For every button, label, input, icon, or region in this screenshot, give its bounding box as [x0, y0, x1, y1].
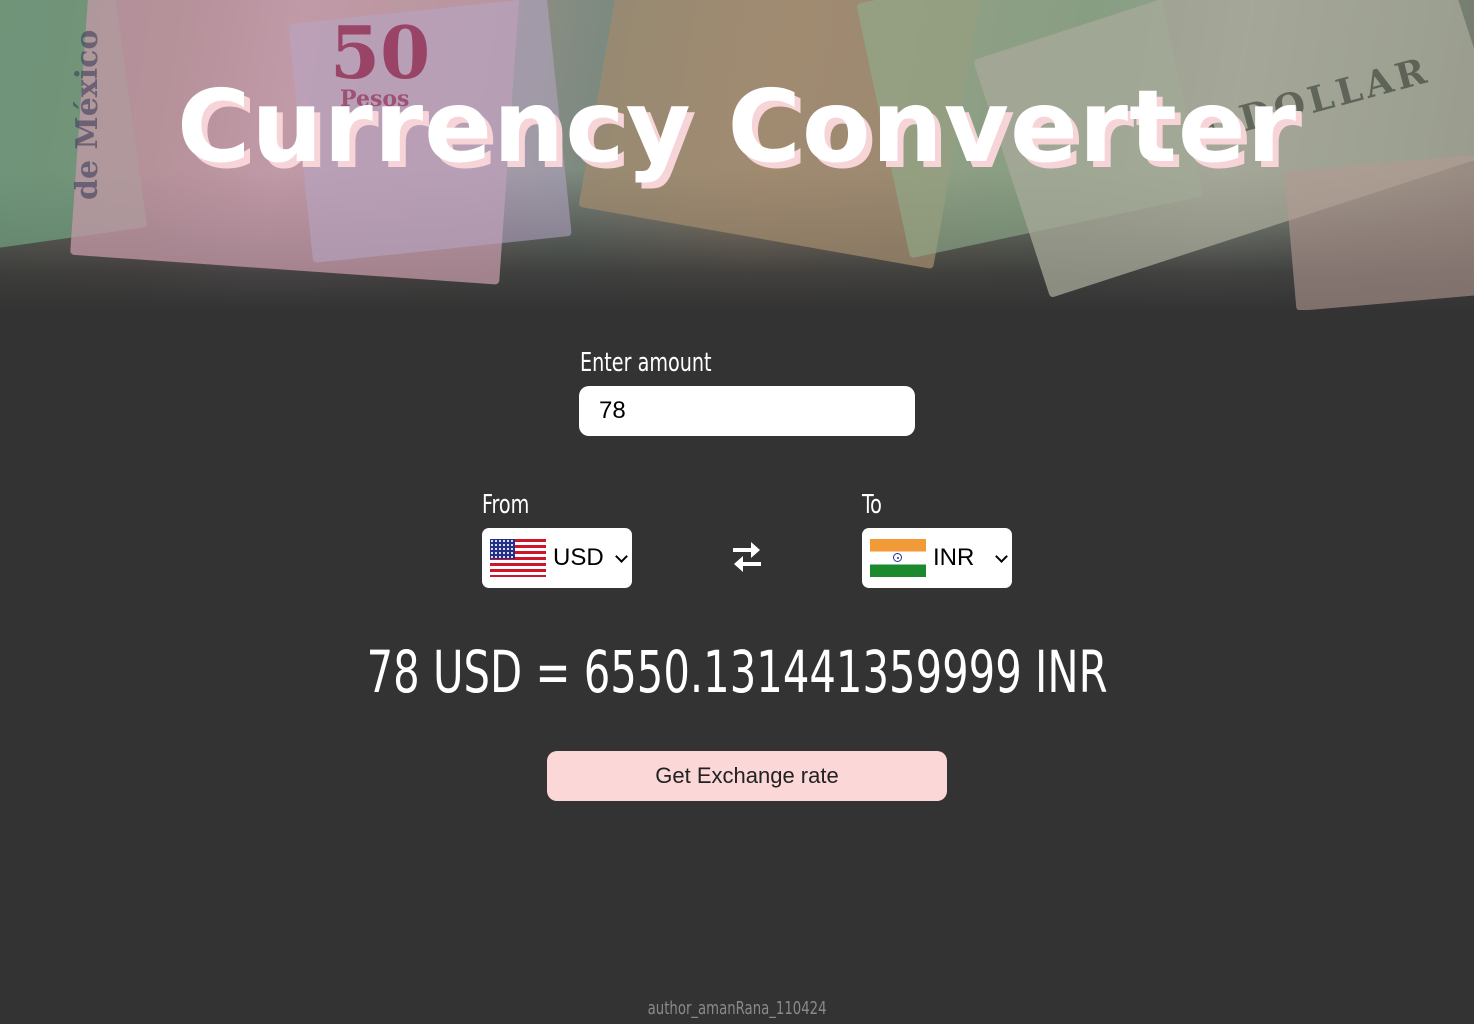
amount-label: Enter amount	[580, 348, 712, 378]
to-label: To	[862, 490, 882, 520]
from-currency-select[interactable]: USD	[482, 528, 632, 588]
from-label: From	[482, 490, 530, 520]
us-flag-icon	[490, 539, 546, 577]
author-credit-text: author_amanRana_110424	[647, 998, 827, 1019]
chevron-down-icon	[995, 550, 1008, 563]
to-currency-select[interactable]: INR	[862, 528, 1012, 588]
get-exchange-rate-button[interactable]: Get Exchange rate	[547, 751, 947, 801]
amount-input[interactable]	[579, 386, 915, 436]
conversion-result-text: 78 USD = 6550.131441359999 INR	[366, 638, 1108, 706]
india-flag-icon	[870, 539, 926, 577]
swap-arrows-icon[interactable]	[729, 540, 765, 574]
chevron-down-icon	[615, 550, 628, 563]
conversion-result: 78 USD = 6550.131441359999 INR	[0, 638, 1474, 706]
page-title: Currency Converter	[176, 68, 1298, 185]
hero-banner: 50 Pesos de México E DOLLAR Currency Con…	[0, 0, 1474, 310]
to-currency-value: INR	[933, 544, 975, 571]
page: 50 Pesos de México E DOLLAR Currency Con…	[0, 0, 1474, 1024]
author-credit: author_amanRana_110424	[0, 998, 1474, 1019]
from-currency-value: USD	[553, 544, 604, 571]
